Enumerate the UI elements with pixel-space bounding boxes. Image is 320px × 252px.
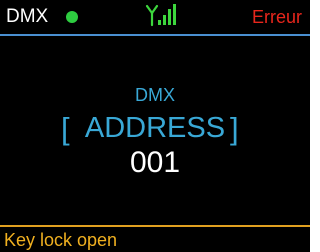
footer-divider (0, 225, 310, 227)
mode-label: DMX (6, 6, 49, 27)
header-divider (0, 34, 310, 36)
selection-bracket-right: ] (230, 111, 239, 146)
antenna-signal-icon (145, 4, 176, 27)
footer-message: Key lock open (4, 230, 118, 250)
menu-title: DMX (135, 85, 175, 105)
status-bar: DMX Erreur (0, 0, 310, 34)
parameter-name: ADDRESS (84, 112, 226, 144)
status-indicator-dot (66, 11, 78, 23)
device-display: DMX Erreur DMX [ ADDRESS ] 001 Key lock … (0, 0, 310, 252)
parameter-value: 001 (129, 146, 181, 179)
error-status-text: Erreur (251, 7, 302, 27)
